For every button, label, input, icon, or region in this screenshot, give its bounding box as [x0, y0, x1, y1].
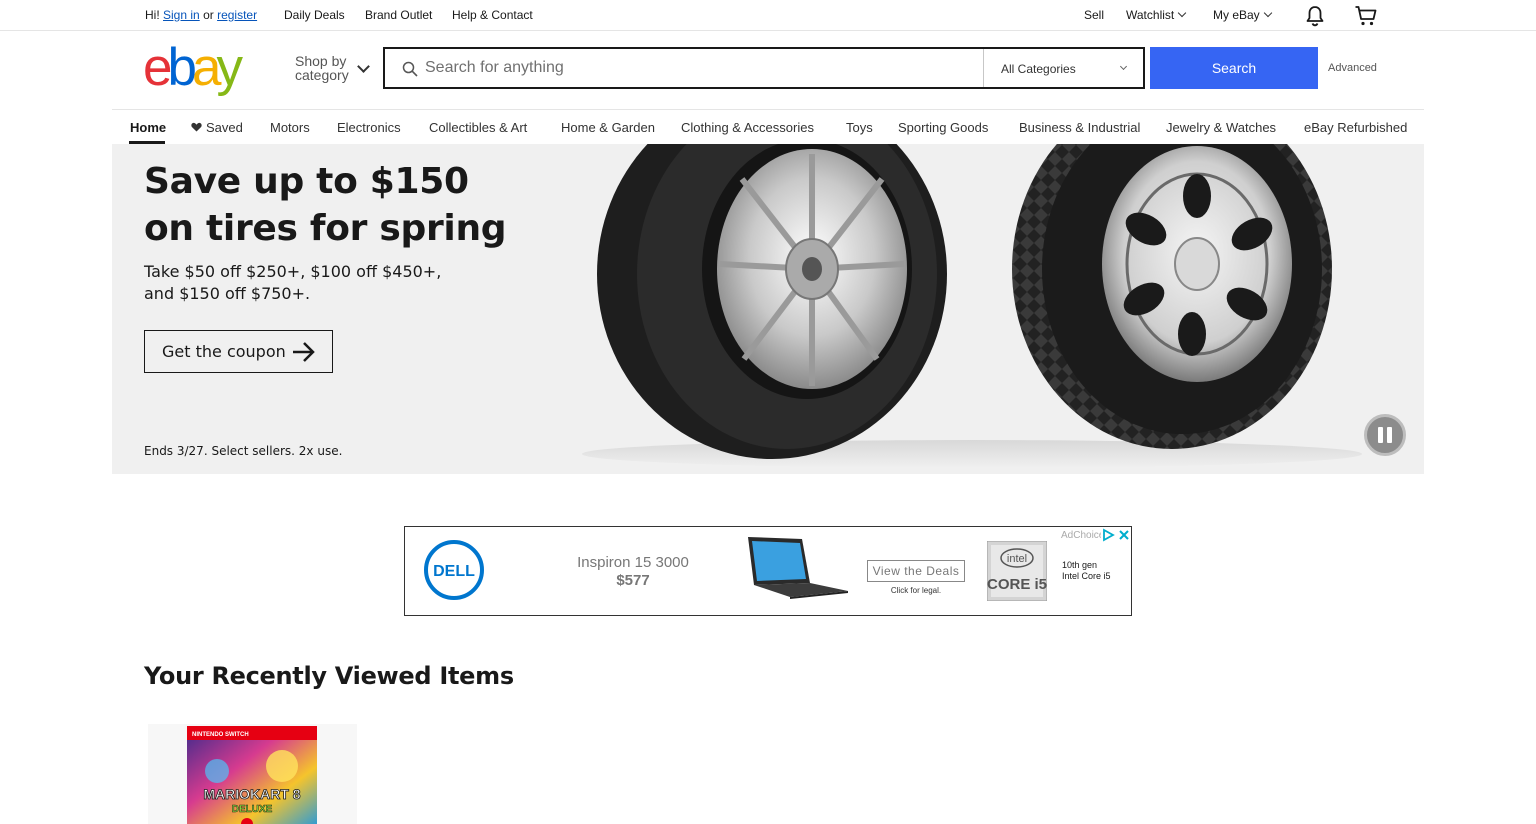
watchlist-label: Watchlist — [1126, 8, 1175, 22]
dell-brand: DELL — [433, 563, 475, 580]
adchoices[interactable]: AdChoices — [1058, 527, 1131, 543]
pause-icon — [1378, 427, 1383, 443]
heart-icon — [191, 122, 202, 132]
hero-fine-print: Ends 3/27. Select sellers. 2x use. — [144, 444, 343, 458]
watchlist-menu[interactable]: Watchlist — [1126, 8, 1187, 22]
nav-item-motors[interactable]: Motors — [270, 120, 310, 135]
nav-item-clothing-accessories[interactable]: Clothing & Accessories — [681, 120, 814, 135]
view-deals-button[interactable]: View the Deals — [867, 560, 965, 582]
ad-model: Inspiron 15 3000 — [577, 554, 689, 571]
recently-viewed-title: Your Recently Viewed Items — [144, 662, 514, 690]
search-button[interactable]: Search — [1150, 47, 1318, 89]
advanced-search-link[interactable]: Advanced — [1328, 62, 1377, 74]
my-ebay-label: My eBay — [1213, 8, 1260, 22]
ebay-logo[interactable]: ebay — [143, 40, 263, 96]
cart-icon[interactable] — [1354, 4, 1378, 28]
nav-item-ebay-refurbished[interactable]: eBay Refurbished — [1304, 120, 1407, 135]
sign-in-link[interactable]: Sign in — [163, 8, 200, 22]
intel-badge-text: CORE i5 — [987, 576, 1047, 593]
my-ebay-menu[interactable]: My eBay — [1213, 8, 1272, 22]
bell-icon[interactable] — [1303, 4, 1327, 28]
nav-item-toys[interactable]: Toys — [846, 120, 873, 135]
intel-core-i5-badge: intel CORE i5 — [987, 541, 1047, 601]
nav-item-home-garden[interactable]: Home & Garden — [561, 120, 655, 135]
nav-item-electronics[interactable]: Electronics — [337, 120, 401, 135]
chevron-down-icon — [1177, 8, 1187, 18]
mario-kart-8-deluxe-image: NINTENDO SWITCH MARIOKART 8 DELUXE — [187, 726, 317, 824]
get-coupon-label: Get the coupon — [162, 342, 286, 361]
intel-description: 10th gen Intel Core i5 — [1062, 560, 1111, 582]
mario-kart-subtitle-art: DELUXE — [232, 804, 273, 815]
ad-price: $577 — [616, 572, 650, 589]
intel-brand: intel — [1007, 553, 1027, 565]
or-text: or — [203, 8, 214, 22]
svg-text:ebay: ebay — [143, 40, 243, 96]
close-ad-icon[interactable] — [1117, 528, 1131, 542]
top-bar: Hi! Sign in or register Daily Deals Bran… — [0, 0, 1536, 31]
shop-by-label: Shop by — [295, 53, 347, 69]
nav-item-jewelry-watches[interactable]: Jewelry & Watches — [1166, 120, 1276, 135]
brand-outlet-link[interactable]: Brand Outlet — [365, 8, 432, 22]
dell-logo: DELL — [424, 540, 484, 600]
greeting: Hi! Sign in or register — [145, 8, 257, 22]
nav-item-business-industrial[interactable]: Business & Industrial — [1019, 120, 1140, 135]
laptop-image — [748, 537, 848, 599]
hero-subtitle: Take $50 off $250+, $100 off $450+, and … — [144, 262, 442, 303]
arrow-right-icon — [293, 342, 315, 362]
nav-item-saved[interactable]: Saved — [191, 120, 243, 135]
adchoices-label: AdChoices — [1061, 529, 1101, 541]
nav-item-sporting-goods[interactable]: Sporting Goods — [898, 120, 988, 135]
nav-item-collectibles-art[interactable]: Collectibles & Art — [429, 120, 527, 135]
daily-deals-link[interactable]: Daily Deals — [284, 8, 345, 22]
get-coupon-button[interactable]: Get the coupon — [144, 330, 333, 373]
pause-carousel-button[interactable] — [1364, 414, 1406, 456]
category-select[interactable]: All Categories — [983, 49, 1145, 87]
chevron-down-icon[interactable] — [357, 60, 370, 73]
dell-ad-banner[interactable]: DELL Inspiron 15 3000 $577 View the Deal… — [404, 526, 1132, 616]
recent-item-card[interactable]: NINTENDO SWITCH MARIOKART 8 DELUXE — [148, 724, 357, 824]
switch-brand-text: NINTENDO SWITCH — [192, 732, 249, 738]
tires-image — [582, 144, 1362, 468]
search-icon — [402, 61, 418, 77]
hero-title: Save up to $150 on tires for spring — [144, 161, 507, 249]
mario-kart-title-art: MARIOKART 8 — [203, 786, 300, 802]
shop-by-category-button[interactable]: Shop by category — [295, 54, 349, 82]
search-bar: All Categories — [383, 47, 1145, 89]
pause-icon — [1387, 427, 1392, 443]
nav-item-saved-label: Saved — [206, 120, 243, 135]
ad-legal-link[interactable]: Click for legal. — [867, 586, 965, 595]
adchoices-icon — [1103, 528, 1115, 542]
greeting-text: Hi! — [145, 8, 160, 22]
sell-link[interactable]: Sell — [1084, 8, 1104, 22]
intel-line-1: 10th gen — [1062, 560, 1098, 570]
nav-item-home[interactable]: Home — [130, 120, 166, 135]
chevron-down-icon — [1119, 62, 1128, 71]
register-link[interactable]: register — [217, 8, 257, 22]
category-nav: Home Saved Motors Electronics Collectibl… — [112, 109, 1424, 144]
hero-banner[interactable]: Save up to $150 on tires for spring Take… — [112, 144, 1424, 474]
category-select-value: All Categories — [1001, 62, 1076, 76]
help-contact-link[interactable]: Help & Contact — [452, 8, 533, 22]
category-label: category — [295, 67, 349, 83]
search-input[interactable] — [425, 55, 981, 81]
chevron-down-icon — [1263, 8, 1272, 18]
intel-line-2: Intel Core i5 — [1062, 571, 1111, 581]
